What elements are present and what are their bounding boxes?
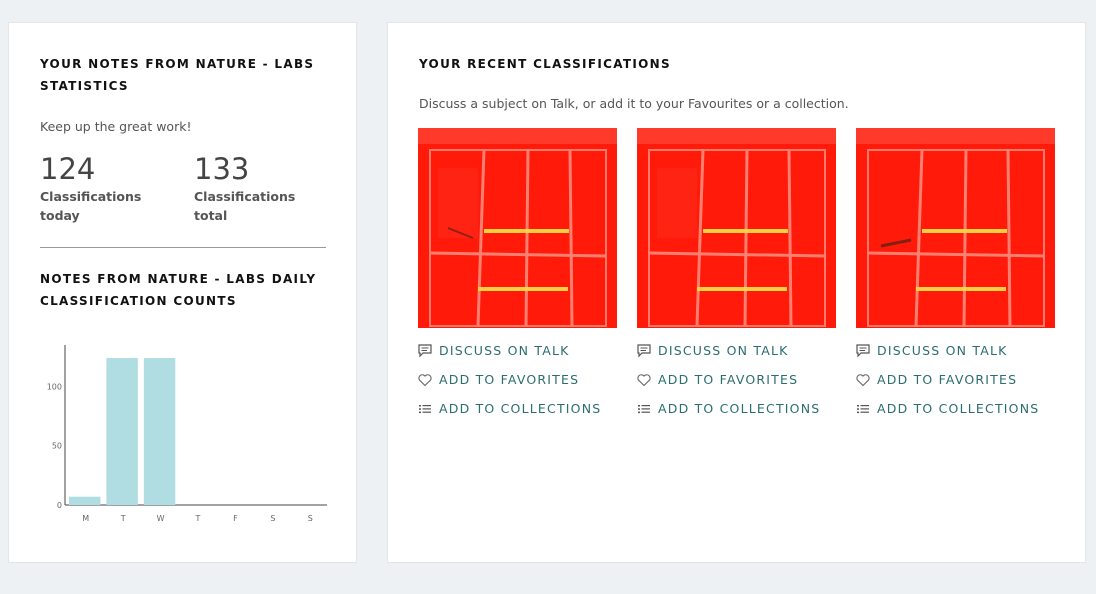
x-tick-label: F <box>233 514 238 523</box>
recent-title: YOUR RECENT CLASSIFICATIONS <box>419 57 671 71</box>
favorite-label: ADD TO FAVORITES <box>658 372 799 387</box>
stat-today: 124 Classifications today <box>40 151 190 225</box>
favorite-label: ADD TO FAVORITES <box>877 372 1018 387</box>
recent-subtitle: Discuss a subject on Talk, or add it to … <box>419 96 849 111</box>
collect-label: ADD TO COLLECTIONS <box>439 401 602 416</box>
add-to-collections-link[interactable]: ADD TO COLLECTIONS <box>418 394 617 423</box>
heart-icon <box>637 373 651 386</box>
discuss-on-talk-link[interactable]: DISCUSS ON TALK <box>418 336 617 365</box>
x-tick-label: W <box>157 514 165 523</box>
add-to-favorites-link[interactable]: ADD TO FAVORITES <box>637 365 836 394</box>
chart-bar <box>69 496 101 505</box>
daily-bar-chart: 0 50 100 M T W T F S S <box>47 345 327 523</box>
x-tick-label: S <box>270 514 275 523</box>
add-to-collections-link[interactable]: ADD TO COLLECTIONS <box>637 394 836 423</box>
speech-bubble-icon <box>418 343 432 357</box>
add-to-favorites-link[interactable]: ADD TO FAVORITES <box>856 365 1055 394</box>
heart-icon <box>418 373 432 386</box>
discuss-on-talk-link[interactable]: DISCUSS ON TALK <box>637 336 836 365</box>
subject-card: DISCUSS ON TALK ADD TO FAVORITES ADD TO … <box>856 128 1055 423</box>
stats-card: YOUR NOTES FROM NATURE - LABS STATISTICS… <box>8 22 357 563</box>
discuss-on-talk-link[interactable]: DISCUSS ON TALK <box>856 336 1055 365</box>
add-to-collections-link[interactable]: ADD TO COLLECTIONS <box>856 394 1055 423</box>
subject-card: DISCUSS ON TALK ADD TO FAVORITES ADD TO … <box>418 128 617 423</box>
collect-label: ADD TO COLLECTIONS <box>877 401 1040 416</box>
discuss-label: DISCUSS ON TALK <box>658 343 789 358</box>
stat-total: 133 Classifications total <box>194 151 344 225</box>
stat-today-label: Classifications today <box>40 189 142 223</box>
x-tick-label: T <box>195 514 201 523</box>
discuss-label: DISCUSS ON TALK <box>439 343 570 358</box>
subject-thumbnail[interactable] <box>637 128 836 328</box>
subject-thumbnail[interactable] <box>856 128 1055 328</box>
recent-classifications-card: YOUR RECENT CLASSIFICATIONS Discuss a su… <box>387 22 1086 563</box>
list-icon <box>857 404 869 413</box>
stat-total-label: Classifications total <box>194 189 296 223</box>
x-tick-label: S <box>308 514 313 523</box>
list-icon <box>419 404 431 413</box>
stats-title: YOUR NOTES FROM NATURE - LABS STATISTICS <box>40 57 315 93</box>
discuss-label: DISCUSS ON TALK <box>877 343 1008 358</box>
subject-thumbnail[interactable] <box>418 128 617 328</box>
add-to-favorites-link[interactable]: ADD TO FAVORITES <box>418 365 617 394</box>
speech-bubble-icon <box>637 343 651 357</box>
speech-bubble-icon <box>856 343 870 357</box>
favorite-label: ADD TO FAVORITES <box>439 372 580 387</box>
stat-today-value: 124 <box>40 152 96 186</box>
chart-bar <box>143 358 176 505</box>
x-tick-label: M <box>82 514 89 523</box>
y-tick-label: 50 <box>52 442 62 451</box>
divider <box>40 247 326 248</box>
collect-label: ADD TO COLLECTIONS <box>658 401 821 416</box>
y-tick-label: 100 <box>47 382 62 391</box>
chart-bar <box>106 358 138 505</box>
list-icon <box>638 404 650 413</box>
x-tick-label: T <box>120 514 126 523</box>
stat-total-value: 133 <box>194 152 250 186</box>
daily-counts-title: NOTES FROM NATURE - LABS DAILY CLASSIFIC… <box>40 272 317 308</box>
subject-card: DISCUSS ON TALK ADD TO FAVORITES ADD TO … <box>637 128 836 423</box>
heart-icon <box>856 373 870 386</box>
stats-message: Keep up the great work! <box>40 119 192 134</box>
y-tick-label: 0 <box>57 501 62 510</box>
